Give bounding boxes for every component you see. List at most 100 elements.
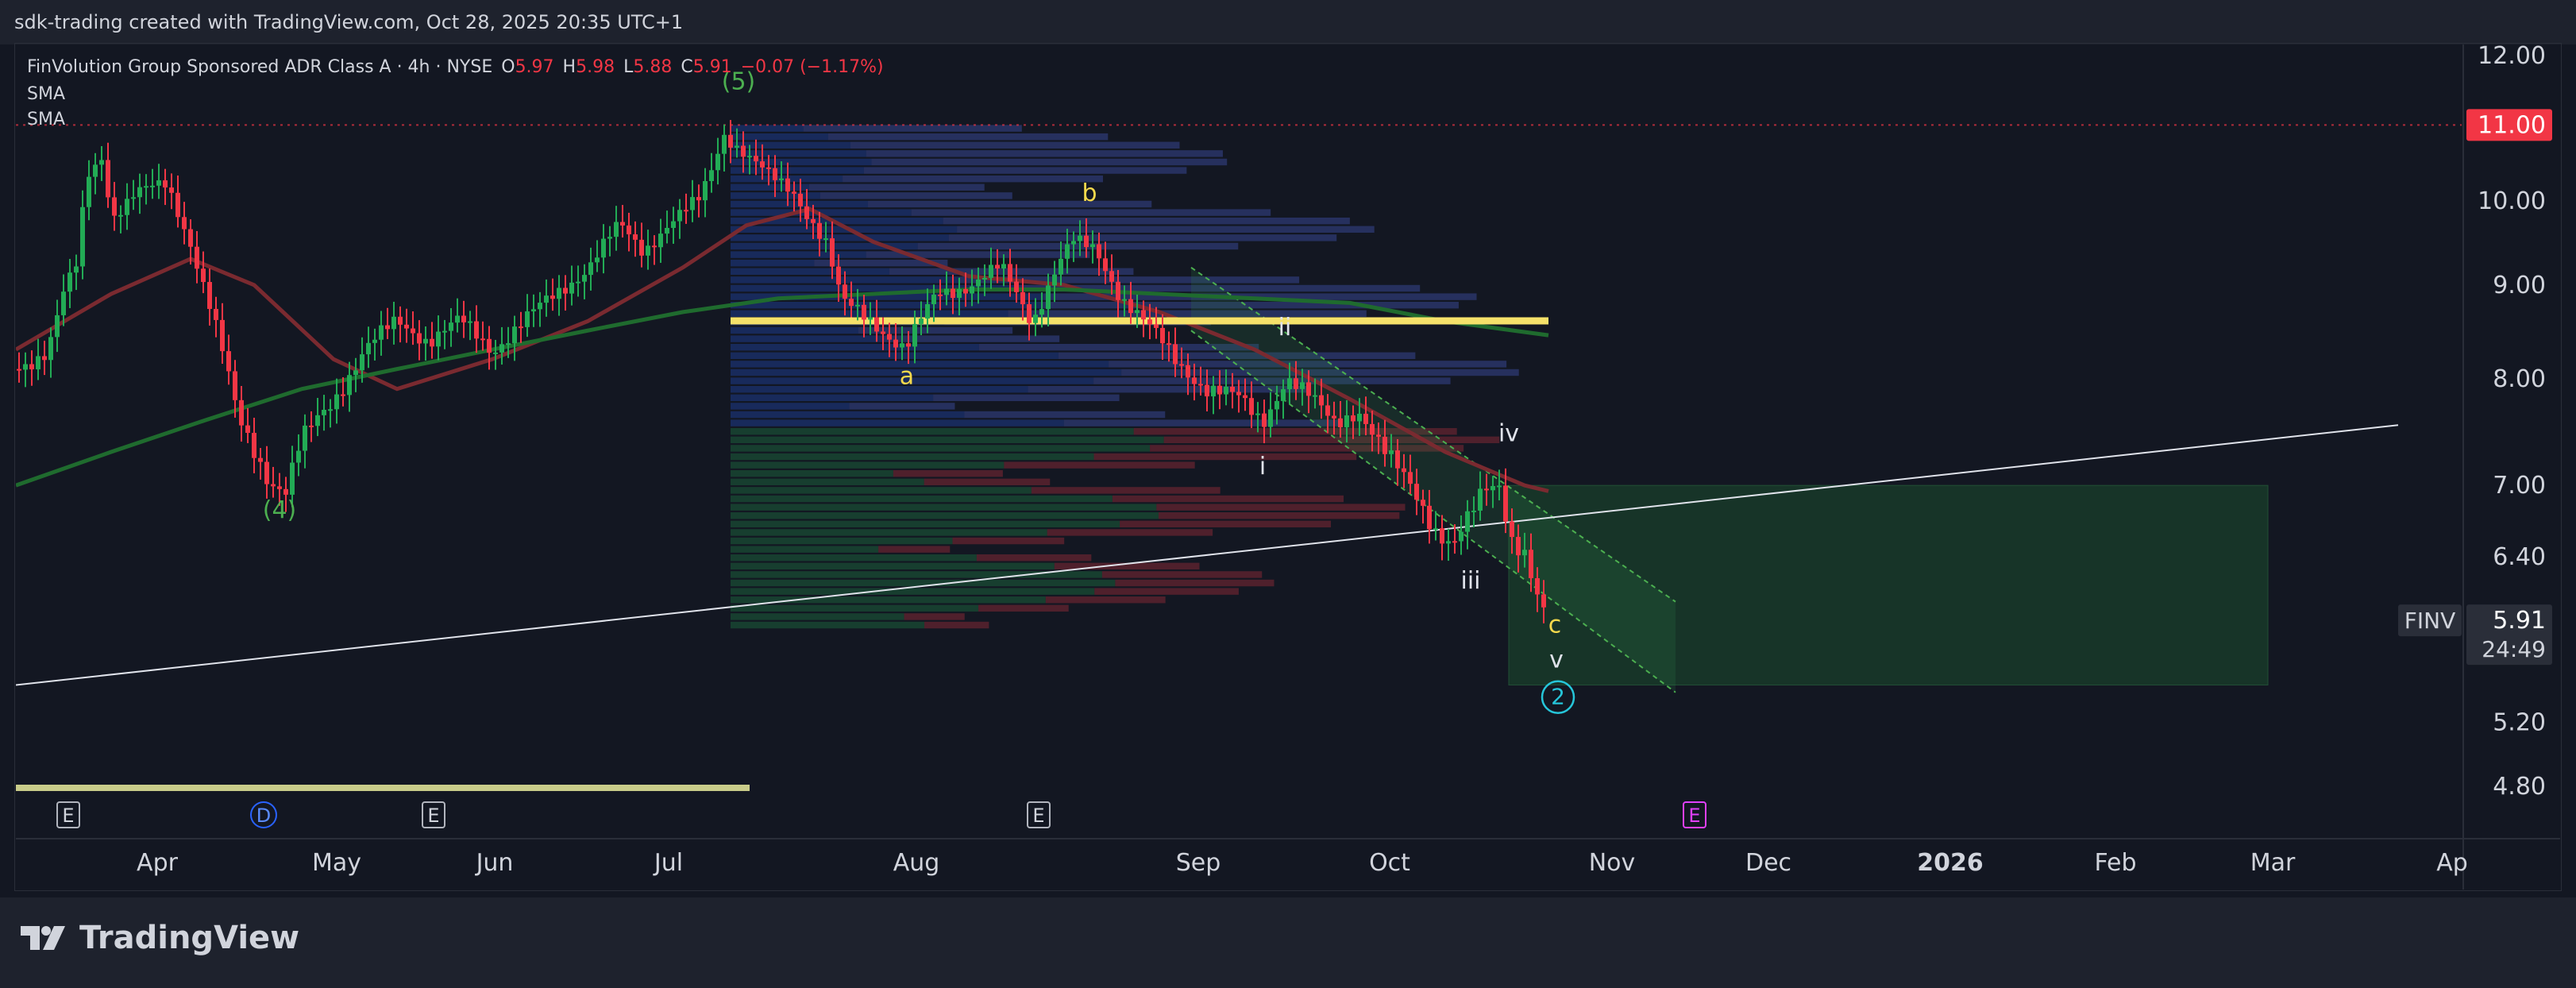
low-label: L <box>623 57 634 77</box>
indicator-sma-1[interactable]: SMA <box>27 81 887 108</box>
volume-profile-bar <box>731 411 965 419</box>
volume-profile-bar <box>731 167 864 174</box>
y-tick-label: 6.40 <box>2493 543 2546 571</box>
volume-profile-bar <box>731 183 809 191</box>
event-marker-label: D <box>256 805 271 827</box>
candle-body <box>1344 415 1349 427</box>
candle-body <box>931 294 936 304</box>
y-tick-label: 8.00 <box>2493 365 2546 393</box>
candle-body <box>1332 415 1336 419</box>
candle-body <box>1478 488 1483 511</box>
candle-body <box>360 354 364 371</box>
candle-body <box>569 282 574 294</box>
candle-body <box>1198 384 1203 386</box>
candle-body <box>1090 244 1095 248</box>
symbol-description: FinVolution Group Sponsored ADR Class A … <box>27 57 493 77</box>
chart-legend: FinVolution Group Sponsored ADR Class A … <box>27 54 887 133</box>
candle-body <box>1071 241 1076 245</box>
wave-label: ii <box>1278 314 1292 342</box>
volume-profile-bar <box>731 158 872 166</box>
candle-body <box>703 181 708 201</box>
candle-body <box>372 339 377 343</box>
candle-body <box>735 145 739 148</box>
candle-body <box>1275 400 1279 410</box>
candle-body <box>207 282 212 309</box>
wave-label: b <box>1082 179 1097 207</box>
candle-body <box>1001 264 1006 269</box>
yellow-support-level <box>731 317 1548 325</box>
candle-body <box>1440 528 1444 544</box>
tradingview-logo[interactable]: TradingView <box>19 920 299 956</box>
x-tick-label: Feb <box>2094 849 2136 877</box>
indicator-sma-2[interactable]: SMA <box>27 106 887 133</box>
candle-body <box>881 331 885 334</box>
candle-body <box>449 322 453 331</box>
volume-profile-bar <box>731 394 934 402</box>
volume-profile-bar <box>1158 512 1400 519</box>
open-value: 5.97 <box>515 57 554 77</box>
close-label: C <box>681 57 693 77</box>
candle-body <box>417 333 422 344</box>
candle-body <box>1427 505 1432 530</box>
volume-profile-bar <box>1008 310 1367 318</box>
candle-body <box>1211 385 1216 397</box>
candle-body <box>1039 309 1044 315</box>
candle-body <box>264 461 269 484</box>
candle-body <box>576 281 580 284</box>
candle-body <box>1529 550 1533 579</box>
candle-body <box>938 294 943 296</box>
candle-body <box>1230 386 1235 392</box>
event-marker-label: E <box>427 805 439 827</box>
candle-body <box>1452 541 1457 543</box>
candle-body <box>995 264 1000 269</box>
candle-body <box>1243 395 1248 399</box>
candle-body <box>900 343 904 348</box>
candle-body <box>1147 319 1152 325</box>
candle-body <box>137 187 142 198</box>
candle-body <box>1217 385 1222 395</box>
price-chart[interactable]: (5)(4)abciiiiiiivv2 12.0010.009.008.007.… <box>0 0 2576 988</box>
candle-body <box>1490 485 1495 491</box>
candle-body <box>563 288 568 294</box>
event-marker-label: E <box>1032 805 1044 827</box>
volume-profile-bar <box>731 470 893 477</box>
tradingview-logo-text: TradingView <box>79 920 300 956</box>
candle-body <box>1541 594 1546 608</box>
candle-body <box>1306 382 1311 396</box>
candle-body <box>595 257 600 263</box>
candle-body <box>1459 531 1463 542</box>
candle-body <box>760 161 765 168</box>
candle-body <box>1363 413 1368 424</box>
volume-profile-bar <box>978 604 1069 612</box>
candle-body <box>785 178 790 192</box>
candle-body <box>912 323 917 347</box>
candle-body <box>411 328 415 334</box>
candle-body <box>42 356 47 361</box>
candle-body <box>747 156 752 158</box>
volume-profile-bar <box>731 512 1159 519</box>
candle-body <box>1109 271 1114 282</box>
volume-profile-bar <box>731 487 1032 494</box>
candle-body <box>1503 485 1508 522</box>
candle-body <box>55 315 60 338</box>
candle-body <box>436 331 441 347</box>
volume-profile-bar <box>827 133 1109 141</box>
candle-body <box>1319 395 1324 406</box>
candle-body <box>690 197 695 210</box>
candle-body <box>442 330 447 333</box>
volume-profile-bar <box>1063 419 1341 426</box>
candle-body <box>48 337 53 361</box>
volume-profile-bar <box>731 495 1113 503</box>
volume-profile-bar <box>943 217 1350 225</box>
volume-profile-bar <box>731 461 1005 469</box>
candle-body <box>627 225 631 235</box>
candle-body <box>811 218 816 223</box>
candle-body <box>1059 258 1063 275</box>
candle-body <box>538 303 542 310</box>
volume-profile-bar <box>868 200 1152 208</box>
volume-profile-bar <box>948 234 1337 241</box>
volume-profile-bar <box>731 613 904 620</box>
volume-profile-bar <box>731 326 859 334</box>
candle-body <box>1160 327 1165 344</box>
candle-body <box>474 321 479 339</box>
